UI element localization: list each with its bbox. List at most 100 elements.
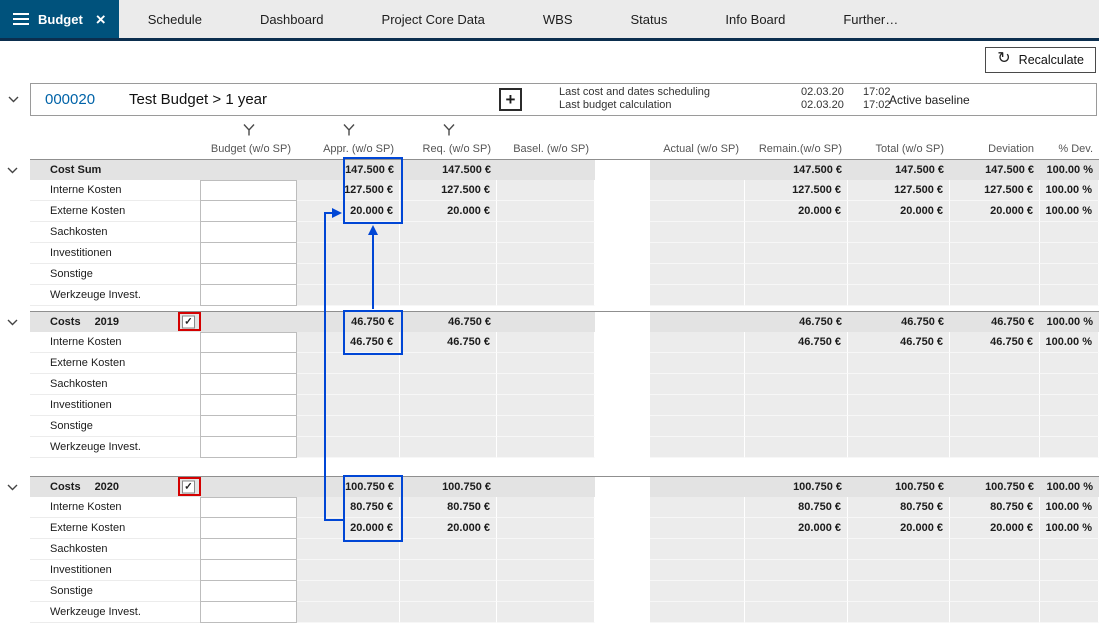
project-id[interactable]: 000020 xyxy=(45,91,95,108)
table-row: Externe Kosten20.000 €20.000 €20.000 €20… xyxy=(30,201,1099,222)
cell-gap xyxy=(595,539,650,560)
budget-input-cell[interactable] xyxy=(200,180,297,201)
info-date: 02.03.20 xyxy=(801,99,863,111)
budget-input-cell[interactable] xyxy=(200,581,297,602)
group-checkbox[interactable]: ✓ xyxy=(182,316,195,329)
cell-gap xyxy=(595,312,650,332)
header-pdev: % Dev. xyxy=(1040,121,1099,159)
budget-input-cell[interactable] xyxy=(200,222,297,243)
tab-further[interactable]: Further… xyxy=(814,0,927,38)
budget-input-cell[interactable] xyxy=(200,264,297,285)
budget-input-cell[interactable] xyxy=(200,374,297,395)
cell-pdev xyxy=(1040,264,1099,285)
header-req: Req. (w/o SP) xyxy=(400,121,497,159)
cell-actual xyxy=(650,437,745,458)
table-row: Interne Kosten46.750 €46.750 €46.750 €46… xyxy=(30,332,1099,353)
cell-actual xyxy=(650,160,745,180)
budget-input-cell[interactable] xyxy=(200,201,297,222)
group-checkbox[interactable]: ✓ xyxy=(182,481,195,494)
table-row: Sonstige xyxy=(30,264,1099,285)
cell-total xyxy=(848,416,950,437)
collapse-chevron-icon[interactable] xyxy=(6,166,19,175)
cell-pdev: 100.00 % xyxy=(1040,518,1099,539)
cell-gap xyxy=(595,374,650,395)
add-button[interactable]: + xyxy=(499,88,522,111)
cell-actual xyxy=(650,180,745,201)
tab-schedule[interactable]: Schedule xyxy=(119,0,231,38)
tab-status[interactable]: Status xyxy=(602,0,697,38)
tab-project-core-data[interactable]: Project Core Data xyxy=(353,0,514,38)
cell-basel xyxy=(497,477,595,497)
table-row: Investitionen xyxy=(30,395,1099,416)
table-row: Investitionen xyxy=(30,560,1099,581)
cell-appr: 46.750 € xyxy=(297,312,400,332)
header-remain: Remain.(w/o SP) xyxy=(745,121,848,159)
cell-appr xyxy=(297,243,400,264)
budget-input-cell[interactable] xyxy=(200,539,297,560)
budget-input-cell[interactable] xyxy=(200,395,297,416)
budget-input-cell[interactable] xyxy=(200,416,297,437)
cell-basel xyxy=(497,560,595,581)
tab-info-board[interactable]: Info Board xyxy=(696,0,814,38)
tab-budget[interactable]: Budget × xyxy=(0,0,119,38)
recalculate-button[interactable]: ↻ Recalculate xyxy=(985,47,1096,73)
cell-appr: 20.000 € xyxy=(297,201,400,222)
filter-icon[interactable] xyxy=(242,123,255,137)
cell-basel xyxy=(497,180,595,201)
project-collapse-chevron-icon[interactable] xyxy=(7,95,20,104)
row-label-cell: Sonstige xyxy=(30,581,200,602)
group-label-cell: Costs2020✓ xyxy=(30,477,200,497)
cell-pdev xyxy=(1040,560,1099,581)
cell-gap xyxy=(595,437,650,458)
cell-req xyxy=(400,222,497,243)
cell-remain xyxy=(745,581,848,602)
cell-remain: 80.750 € xyxy=(745,497,848,518)
cell-basel xyxy=(497,602,595,623)
cell-basel xyxy=(497,497,595,518)
cell-pdev xyxy=(1040,437,1099,458)
cell-pdev xyxy=(1040,374,1099,395)
cost-block: Costs2019✓46.750 €46.750 €46.750 €46.750… xyxy=(30,311,1099,458)
menu-icon[interactable] xyxy=(13,13,29,25)
cell-basel xyxy=(497,416,595,437)
collapse-chevron-icon[interactable] xyxy=(6,318,19,327)
cell-total: 127.500 € xyxy=(848,180,950,201)
budget-input-cell[interactable] xyxy=(200,332,297,353)
budget-input-cell[interactable] xyxy=(200,353,297,374)
budget-input-cell[interactable] xyxy=(200,497,297,518)
budget-input-cell[interactable] xyxy=(200,560,297,581)
close-icon[interactable]: × xyxy=(96,11,106,28)
filter-icon[interactable] xyxy=(342,123,355,137)
cell-remain xyxy=(745,222,848,243)
cell-gap xyxy=(595,332,650,353)
cell-basel xyxy=(497,518,595,539)
cell-appr xyxy=(297,602,400,623)
cell-basel xyxy=(497,312,595,332)
budget-input-cell[interactable] xyxy=(200,437,297,458)
cell-total xyxy=(848,581,950,602)
cell-gap xyxy=(595,243,650,264)
tab-wbs[interactable]: WBS xyxy=(514,0,602,38)
cell-req: 127.500 € xyxy=(400,180,497,201)
cell-req xyxy=(400,353,497,374)
budget-input-cell[interactable] xyxy=(200,285,297,306)
cell-req: 100.750 € xyxy=(400,477,497,497)
cell-deviation xyxy=(950,243,1040,264)
header-label: Budget (w/o SP) xyxy=(211,143,291,155)
filter-icon[interactable] xyxy=(442,123,455,137)
header-label: Appr. (w/o SP) xyxy=(323,143,394,155)
header-label: Basel. (w/o SP) xyxy=(513,143,589,155)
cell-pdev: 100.00 % xyxy=(1040,497,1099,518)
collapse-chevron-icon[interactable] xyxy=(6,483,19,492)
tab-dashboard[interactable]: Dashboard xyxy=(231,0,353,38)
cell-req: 20.000 € xyxy=(400,201,497,222)
budget-input-cell[interactable] xyxy=(200,243,297,264)
cell-remain xyxy=(745,539,848,560)
cell-remain xyxy=(745,560,848,581)
budget-input-cell[interactable] xyxy=(200,518,297,539)
cell-appr xyxy=(297,416,400,437)
table-row: Externe Kosten xyxy=(30,353,1099,374)
budget-input-cell[interactable] xyxy=(200,602,297,623)
cell-total: 80.750 € xyxy=(848,497,950,518)
table-row: Werkzeuge Invest. xyxy=(30,602,1099,623)
